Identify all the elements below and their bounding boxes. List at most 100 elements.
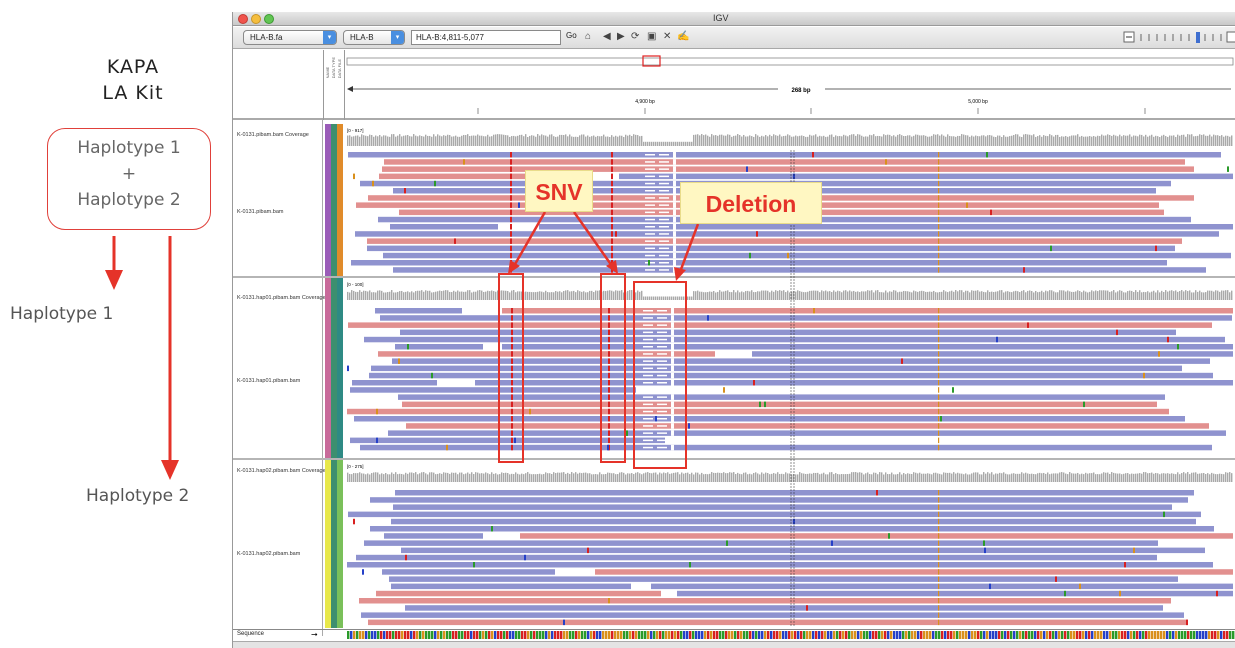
coverage-bar: [693, 291, 695, 300]
coverage-bar: [391, 134, 393, 146]
coverage-bar: [937, 134, 939, 146]
coverage-bar: [725, 473, 727, 482]
coverage-bar: [451, 472, 453, 482]
coverage-bar: [573, 473, 575, 482]
coverage-bar: [931, 474, 933, 482]
coverage-bar: [749, 135, 751, 146]
coverage-bar: [399, 291, 401, 300]
coverage-bar: [467, 472, 469, 482]
coverage-bar: [561, 472, 563, 482]
coverage-bar: [935, 472, 937, 482]
coverage-bar: [1141, 292, 1143, 300]
mismatch-base: [938, 430, 940, 436]
mismatch-base: [938, 365, 940, 372]
coverage-bar: [1045, 135, 1047, 146]
coverage-bar: [1013, 473, 1015, 482]
deletion-gap: [659, 218, 669, 221]
coverage-bar: [517, 473, 519, 482]
mismatch-base: [938, 511, 940, 518]
coverage-bar: [403, 135, 405, 146]
coverage-bar: [431, 136, 433, 146]
coverage-bar: [901, 135, 903, 146]
coverage-bar: [729, 134, 731, 146]
coverage-bar: [1199, 473, 1201, 482]
coverage-bar: [729, 291, 731, 300]
coverage-bar: [491, 290, 493, 300]
coverage-bar: [1129, 290, 1131, 300]
coverage-bar: [523, 292, 525, 300]
coverage-bar: [1175, 290, 1177, 300]
coverage-bar: [1001, 473, 1003, 482]
coverage-bar: [1133, 135, 1135, 146]
mismatch-base: [938, 358, 940, 364]
coverage-bar: [557, 291, 559, 300]
coverage-bar: [705, 473, 707, 482]
mismatch-base: [986, 152, 988, 158]
coverage-bar: [609, 136, 611, 146]
coverage-bar: [501, 290, 503, 300]
coverage-bar: [991, 135, 993, 146]
coverage-bar: [1207, 290, 1209, 300]
coverage-bar: [1125, 473, 1127, 482]
coverage-bar: [1149, 135, 1151, 146]
coverage-bar: [1103, 135, 1105, 146]
mismatch-base: [764, 401, 766, 408]
coverage-bar: [743, 134, 745, 146]
coverage-bar: [607, 136, 609, 146]
coverage-bar: [631, 135, 633, 146]
coverage-bar: [1043, 135, 1045, 146]
coverage-bar: [987, 472, 989, 482]
coverage-bar: [745, 472, 747, 482]
coverage-bar: [889, 291, 891, 300]
coverage-bar: [1165, 290, 1167, 300]
coverage-bar: [879, 472, 881, 482]
coverage-bar: [759, 136, 761, 146]
coverage-bar: [601, 136, 603, 146]
alignment-data-area[interactable]: 268 bp 4,900 bp 5,000 bp [0 - 917] [0 - …: [233, 12, 1235, 648]
coverage-bar: [797, 136, 799, 146]
coverage-bar: [701, 291, 703, 300]
mismatch-base: [563, 619, 565, 626]
mismatch-base: [938, 329, 940, 336]
coverage-bar: [547, 136, 549, 146]
deletion-gap: [671, 344, 674, 350]
coverage-bar: [775, 473, 777, 482]
coverage-bar: [865, 136, 867, 146]
coverage-bar: [817, 472, 819, 482]
snv-mismatch: [608, 401, 610, 408]
coverage-bar: [1039, 135, 1041, 146]
snv-mismatch: [608, 423, 610, 429]
coverage-bar: [997, 291, 999, 300]
strand-arrow-icon[interactable]: ➞: [311, 630, 318, 639]
coverage-bar: [1187, 472, 1189, 482]
coverage-bar: [797, 290, 799, 300]
coverage-bar: [347, 135, 349, 146]
coverage-bar: [713, 472, 715, 482]
snv-mismatch: [608, 437, 610, 444]
coverage-bar: [1033, 134, 1035, 146]
coverage-bar: [489, 136, 491, 146]
coverage-bar: [961, 134, 963, 146]
coverage-bar: [857, 291, 859, 300]
coverage-bar: [855, 135, 857, 146]
coverage-bar: [1171, 135, 1173, 146]
coverage-bar: [1169, 473, 1171, 482]
coverage-bar: [1037, 136, 1039, 146]
coverage-bar: [453, 290, 455, 300]
coverage-bar: [455, 472, 457, 482]
coverage-bar: [1059, 136, 1061, 146]
aligned-read: [390, 224, 498, 230]
coverage-bar: [801, 291, 803, 300]
coverage-bar: [1081, 473, 1083, 482]
coverage-bar: [979, 291, 981, 300]
panel3-coverage-track: [347, 472, 1233, 482]
coverage-bar: [619, 135, 621, 146]
coverage-bar: [539, 291, 541, 300]
aligned-read: [367, 245, 1175, 252]
deletion-gap: [657, 382, 667, 384]
coverage-bar: [1203, 473, 1205, 482]
coverage-bar: [877, 135, 879, 146]
aligned-read: [368, 619, 1188, 626]
mismatch-base: [806, 605, 808, 611]
deletion-gap: [643, 310, 653, 312]
